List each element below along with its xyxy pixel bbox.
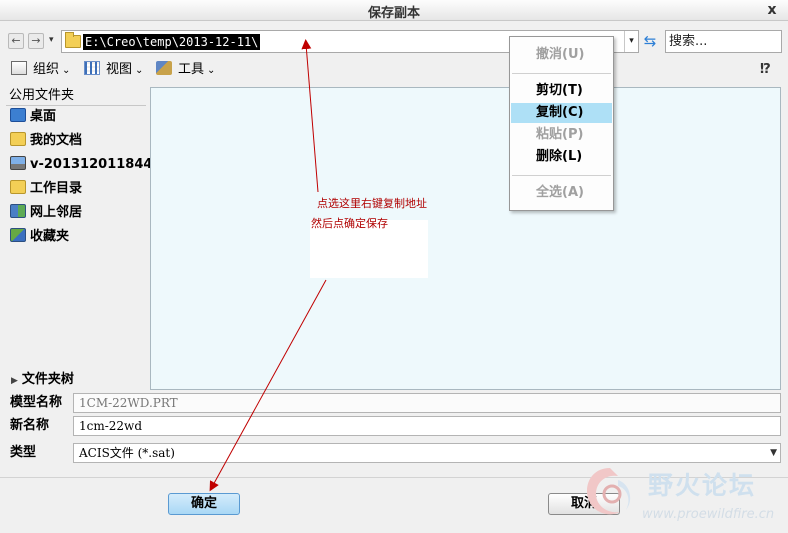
search-input[interactable]	[665, 30, 782, 53]
annotation-line-1: 点选这里右键复制地址	[317, 197, 427, 210]
menu-item-copy[interactable]: 复制(C)	[511, 103, 612, 123]
sidebar-item-favorites[interactable]: 收藏夹	[10, 227, 69, 247]
favorites-icon	[10, 228, 26, 242]
refresh-icon[interactable]: ⇆	[641, 32, 659, 50]
address-path[interactable]: E:\Creo\temp\2013-12-11\	[83, 34, 261, 50]
sidebar-item-desktop[interactable]: 桌面	[10, 107, 56, 127]
watermark-logo	[586, 468, 631, 515]
folder-icon	[65, 32, 81, 48]
sidebar-item-my-documents[interactable]: 我的文档	[10, 131, 82, 151]
menu-item-cut[interactable]: 剪切(T)	[511, 81, 612, 101]
chevron-down-icon: ⌄	[135, 65, 144, 76]
watermark-url: www.proewildfire.cn	[642, 507, 775, 522]
sidebar-item-label: 收藏夹	[30, 229, 70, 244]
sidebar-item-label: 网上邻居	[30, 205, 83, 220]
organize-icon	[11, 61, 27, 75]
forward-button[interactable]: →	[28, 33, 44, 49]
view-icon	[84, 61, 100, 75]
chevron-down-icon: ⌄	[62, 65, 71, 76]
menu-separator	[512, 175, 611, 176]
sidebar-item-working-directory[interactable]: 工作目录	[10, 179, 82, 199]
common-folders-header: 公用文件夹	[9, 88, 75, 103]
new-name-label: 新名称	[10, 418, 50, 433]
menu-item-delete[interactable]: 删除(L)	[511, 147, 612, 167]
desktop-icon	[10, 108, 26, 122]
ok-button[interactable]: 确定	[168, 493, 240, 515]
title-bar: 保存副本 x	[0, 0, 788, 21]
menu-separator	[512, 73, 611, 74]
tools-label: 工具	[178, 62, 205, 77]
sidebar-divider	[6, 105, 146, 106]
type-select[interactable]: ACIS文件 (*.sat) ▼	[73, 443, 781, 463]
tools-icon	[156, 61, 172, 75]
folder-tree-toggle[interactable]: ▶ 文件夹树	[11, 371, 74, 390]
view-menu[interactable]: 视图 ⌄	[84, 61, 143, 79]
back-button[interactable]: ←	[8, 33, 24, 49]
help-icon[interactable]: ⁉	[760, 62, 771, 77]
type-value: ACIS文件 (*.sat)	[79, 446, 175, 460]
network-icon	[10, 204, 26, 218]
select-arrow-icon: ▼	[770, 448, 777, 458]
history-dropdown-icon[interactable]: ▾	[49, 35, 54, 45]
expand-triangle-icon: ▶	[11, 376, 18, 386]
menu-item-paste[interactable]: 粘贴(P)	[511, 125, 612, 145]
close-button[interactable]: x	[764, 1, 780, 19]
type-label: 类型	[10, 445, 37, 460]
model-name-field[interactable]	[73, 393, 781, 413]
address-dropdown-icon[interactable]: ▾	[624, 31, 638, 52]
view-label: 视图	[106, 62, 133, 77]
new-name-field[interactable]	[73, 416, 781, 436]
window-title: 保存副本	[367, 6, 420, 21]
organize-menu[interactable]: 组织 ⌄	[11, 61, 70, 79]
watermark-name: 野火论坛	[648, 471, 757, 500]
sidebar-item-label: 我的文档	[30, 133, 83, 148]
computer-icon	[10, 156, 26, 170]
menu-item-undo[interactable]: 撤消(U)	[511, 45, 612, 65]
context-menu: 撤消(U) 剪切(T) 复制(C) 粘贴(P) 删除(L) 全选(A)	[509, 36, 614, 211]
tools-menu[interactable]: 工具 ⌄	[156, 61, 215, 79]
sidebar-item-label: 桌面	[30, 109, 57, 124]
sidebar-item-label: 工作目录	[30, 181, 83, 196]
annotation-line-2: 然后点确定保存	[311, 217, 388, 230]
sidebar-item-computer[interactable]: v-201312011844	[10, 155, 152, 175]
file-list-pane[interactable]	[150, 87, 781, 390]
working-directory-icon	[10, 180, 26, 194]
sidebar-item-network[interactable]: 网上邻居	[10, 203, 82, 223]
sidebar-item-label: v-201312011844	[30, 157, 153, 172]
menu-item-select-all[interactable]: 全选(A)	[511, 183, 612, 203]
organize-label: 组织	[33, 62, 60, 77]
model-name-label: 模型名称	[10, 395, 63, 410]
documents-icon	[10, 132, 26, 146]
chevron-down-icon: ⌄	[207, 65, 216, 76]
folder-tree-label: 文件夹树	[21, 372, 74, 387]
